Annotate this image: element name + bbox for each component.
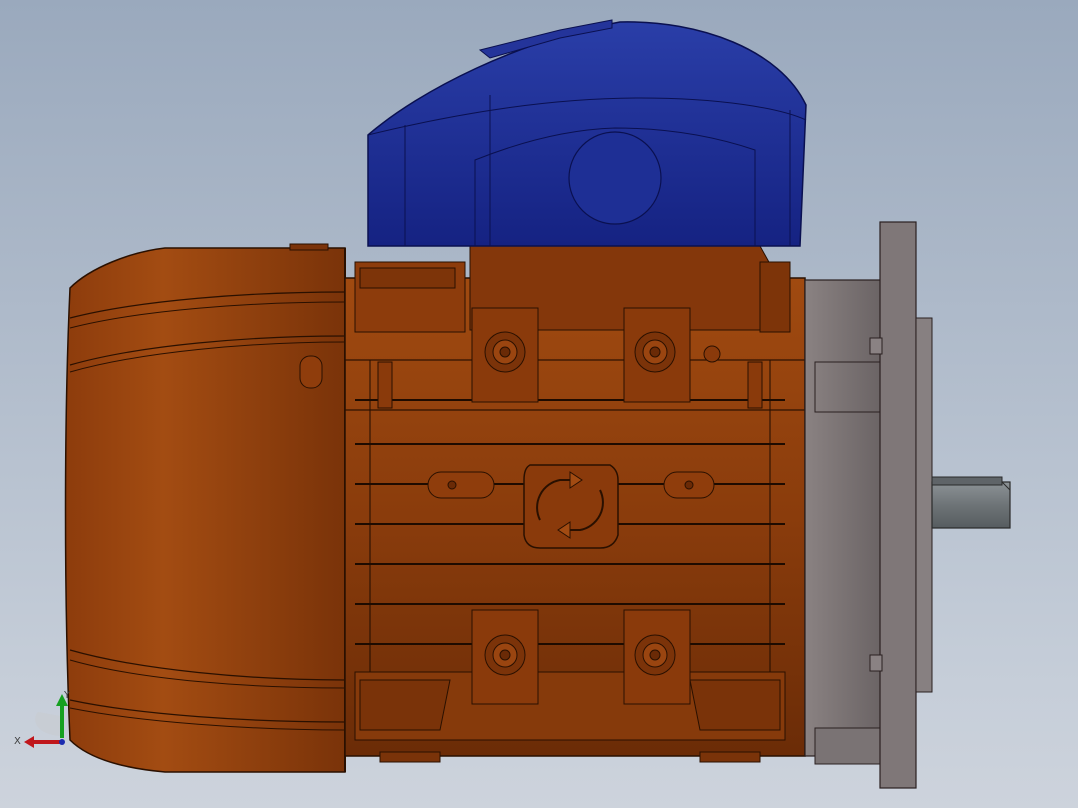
fan-cover-housing[interactable] [64, 243, 346, 773]
triad-origin [59, 739, 65, 745]
view-triad: Y X [14, 690, 71, 748]
motor-model[interactable] [0, 0, 1078, 808]
y-axis-label: Y [63, 690, 71, 701]
x-axis-label: X [14, 736, 21, 747]
x-axis-head [24, 736, 34, 748]
graphics-viewport[interactable]: Y X [0, 0, 1078, 808]
top-brake-unit[interactable] [367, 19, 807, 247]
triad-shadow [35, 712, 60, 736]
mounting-flange[interactable] [804, 221, 933, 789]
output-shaft[interactable] [931, 476, 1011, 529]
